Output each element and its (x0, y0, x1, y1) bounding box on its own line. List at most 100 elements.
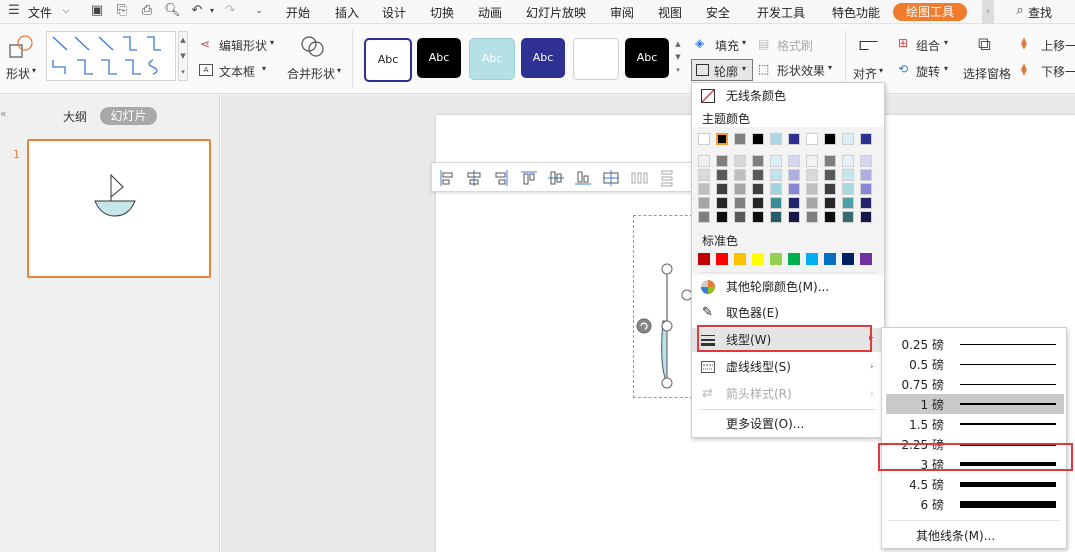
theme-shade-swatch[interactable] (824, 183, 836, 195)
theme-shade-swatch[interactable] (842, 183, 854, 195)
theme-shade-swatch[interactable] (716, 183, 728, 195)
fill-button[interactable]: 填充 (715, 37, 739, 54)
theme-color-swatch[interactable] (806, 133, 818, 145)
standard-color-swatch[interactable] (860, 253, 872, 265)
slide-thumbnail[interactable] (27, 139, 211, 278)
send-down-button[interactable]: 下移一 (1041, 63, 1075, 80)
rotate-button[interactable]: 旋转 (916, 63, 940, 80)
more-outline-colors-item[interactable]: 其他轮廓颜色(M)... (692, 275, 884, 299)
more-lines-item[interactable]: 其他线条(M)... (916, 527, 995, 544)
search-icon[interactable]: ⌕ (1012, 3, 1028, 19)
theme-color-swatch[interactable] (752, 133, 764, 145)
theme-shade-swatch[interactable] (842, 197, 854, 209)
theme-shade-swatch[interactable] (824, 211, 836, 223)
line-weight-option[interactable]: 4.5 磅 (886, 474, 1064, 494)
theme-shade-swatch[interactable] (842, 155, 854, 167)
file-menu[interactable]: 文件 (28, 4, 52, 21)
more-settings-item[interactable]: 更多设置(O)... (692, 412, 884, 436)
theme-shade-swatch[interactable] (734, 155, 746, 167)
theme-shade-swatch[interactable] (698, 155, 710, 167)
distribute-vertical-icon[interactable] (630, 169, 648, 187)
theme-shade-swatch[interactable] (788, 197, 800, 209)
standard-color-swatch[interactable] (698, 253, 710, 265)
merge-shape-dropdown-icon[interactable]: ▾ (337, 66, 341, 75)
line-weight-option[interactable]: 0.5 磅 (886, 354, 1064, 374)
theme-color-swatch[interactable] (698, 133, 710, 145)
shape-effect-icon[interactable]: ⬚ (758, 62, 769, 76)
theme-shade-swatch[interactable] (824, 155, 836, 167)
theme-shade-swatch[interactable] (788, 211, 800, 223)
style-gallery-scroll[interactable]: ▲ ▼ ▾ (673, 38, 683, 78)
group-button[interactable]: 组合 (916, 37, 940, 54)
theme-shade-swatch[interactable] (770, 169, 782, 181)
search-label[interactable]: 查找 (1028, 4, 1052, 21)
theme-shade-swatch[interactable] (842, 211, 854, 223)
customize-icon[interactable]: ⌄ (251, 3, 267, 19)
rotate-icon[interactable]: ⟲ (898, 62, 908, 76)
align-center-icon[interactable] (465, 169, 483, 187)
theme-shade-swatch[interactable] (698, 183, 710, 195)
theme-shade-swatch[interactable] (734, 183, 746, 195)
send-down-icon[interactable]: ⧫ (1021, 62, 1027, 76)
theme-color-swatch[interactable] (860, 133, 872, 145)
line-weight-option[interactable]: 0.25 磅 (886, 334, 1064, 354)
theme-shade-swatch[interactable] (806, 155, 818, 167)
theme-color-swatch[interactable] (770, 133, 782, 145)
selection-pane-button[interactable]: 选择窗格 (963, 65, 1011, 82)
theme-shade-swatch[interactable] (698, 169, 710, 181)
standard-color-swatch[interactable] (806, 253, 818, 265)
tab-design[interactable]: 设计 (382, 4, 406, 21)
theme-shade-swatch[interactable] (752, 211, 764, 223)
theme-shade-swatch[interactable] (860, 155, 872, 167)
tab-outline[interactable]: 大纲 (63, 108, 87, 125)
collapse-panel-icon[interactable]: « (0, 107, 7, 120)
theme-shade-swatch[interactable] (734, 197, 746, 209)
theme-shade-swatch[interactable] (752, 183, 764, 195)
shape-style-lightblue[interactable]: Abc (469, 38, 515, 80)
align-dropdown-icon[interactable]: ▾ (879, 66, 883, 75)
undo-icon[interactable]: ↶ (189, 3, 205, 19)
textbox-button[interactable]: 文本框 (219, 63, 255, 80)
align-top-icon[interactable] (520, 169, 538, 187)
shape-style-black-2[interactable]: Abc (625, 38, 669, 78)
standard-color-swatch[interactable] (734, 253, 746, 265)
shape-label[interactable]: 形状 (6, 65, 30, 82)
shape-icon[interactable] (8, 34, 36, 60)
merge-shape-icon[interactable] (300, 34, 326, 58)
gallery-scroll[interactable]: ▲ ▼ ▾ (178, 31, 188, 81)
theme-shade-swatch[interactable] (788, 155, 800, 167)
no-line-color-item[interactable]: 无线条颜色 (692, 84, 884, 108)
standard-color-swatch[interactable] (716, 253, 728, 265)
theme-color-swatch[interactable] (824, 133, 836, 145)
theme-shade-swatch[interactable] (716, 169, 728, 181)
edit-shape-icon[interactable]: ⋖ (200, 37, 210, 51)
shape-effect-dropdown-icon[interactable]: ▾ (828, 63, 832, 72)
theme-color-swatch[interactable] (842, 133, 854, 145)
tab-review[interactable]: 审阅 (610, 4, 634, 21)
align-button[interactable]: 对齐 (853, 65, 877, 82)
line-weight-option[interactable]: 6 磅 (886, 494, 1064, 514)
theme-shade-swatch[interactable] (716, 155, 728, 167)
theme-color-swatch[interactable] (788, 133, 800, 145)
print-icon[interactable]: ⎙ (139, 3, 155, 19)
theme-shade-swatch[interactable] (860, 197, 872, 209)
align-right-icon[interactable] (492, 169, 510, 187)
edit-shape-dropdown-icon[interactable]: ▾ (270, 38, 274, 47)
dash-style-item[interactable]: 虚线线型(S) › (692, 355, 884, 379)
tab-view[interactable]: 视图 (658, 4, 682, 21)
tab-home[interactable]: 开始 (286, 4, 310, 21)
tab-special[interactable]: 特色功能 (832, 4, 880, 21)
theme-color-swatch[interactable] (734, 133, 746, 145)
textbox-dropdown-icon[interactable]: ▾ (262, 64, 266, 73)
tab-transition[interactable]: 切换 (430, 4, 454, 21)
distribute-rows-icon[interactable] (658, 169, 676, 187)
shape-style-white[interactable] (573, 38, 619, 80)
print-preview-icon[interactable]: 🔍︎ (164, 3, 181, 19)
theme-shade-swatch[interactable] (860, 183, 872, 195)
selection-pane-icon[interactable]: ⧉ (978, 34, 991, 55)
shape-effect-button[interactable]: 形状效果 (777, 62, 825, 79)
theme-shade-swatch[interactable] (860, 169, 872, 181)
theme-color-swatch[interactable] (716, 133, 728, 145)
theme-shade-swatch[interactable] (770, 155, 782, 167)
align-icon[interactable]: ⫍ (859, 34, 878, 55)
